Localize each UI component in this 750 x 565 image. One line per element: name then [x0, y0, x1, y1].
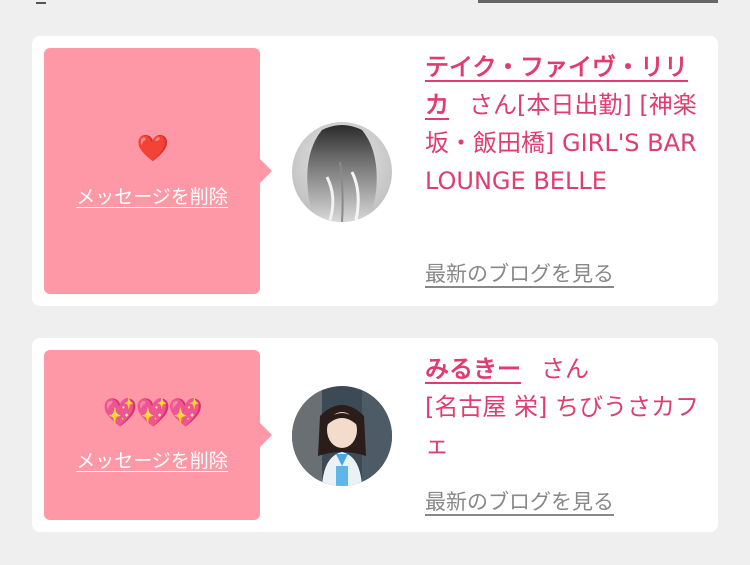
latest-blog-link[interactable]: 最新のブログを見る [425, 258, 614, 288]
cast-info: テイク・ファイヴ・リリカ さん[本日出勤] [神楽坂・飯田橋] GIRL'S BA… [425, 48, 705, 200]
honorific: さん [541, 355, 589, 383]
fragment-mark [36, 0, 46, 4]
reaction-box: ❤️ メッセージを削除 [44, 48, 272, 294]
cast-detail: [本日出勤] [神楽坂・飯田橋] GIRL'S BAR LOUNGE BELLE [425, 91, 697, 195]
avatar[interactable] [292, 386, 392, 486]
cast-detail: [名古屋 栄] ちびうさカフェ [425, 393, 699, 459]
avatar-photo [292, 386, 392, 486]
reaction-box: 💖💖💖 メッセージを削除 [44, 350, 272, 520]
cast-info: みるきー さん [名古屋 栄] ちびうさカフェ [425, 350, 705, 464]
delete-message-button[interactable]: メッセージを削除 [76, 182, 228, 209]
avatar-photo [292, 122, 392, 222]
latest-blog-link[interactable]: 最新のブログを見る [425, 486, 614, 516]
fragment-underline [478, 0, 718, 3]
honorific: さん [469, 91, 517, 119]
cast-name-link[interactable]: みるきー [425, 355, 521, 383]
sparkling-heart-icon: 💖💖💖 [102, 395, 204, 429]
favorite-card: 💖💖💖 メッセージを削除 みるきー さん [名古屋 栄] ちびうさカフェ 最新のブロ… [32, 338, 718, 532]
avatar[interactable] [292, 122, 392, 222]
favorite-card: ❤️ メッセージを削除 テイク・ファイヴ・リリカ さん[本日出勤] [神楽坂・飯… [32, 36, 718, 306]
previous-card-fragment [0, 0, 750, 8]
heart-icon: ❤️ [136, 133, 169, 164]
delete-message-button[interactable]: メッセージを削除 [76, 446, 228, 473]
